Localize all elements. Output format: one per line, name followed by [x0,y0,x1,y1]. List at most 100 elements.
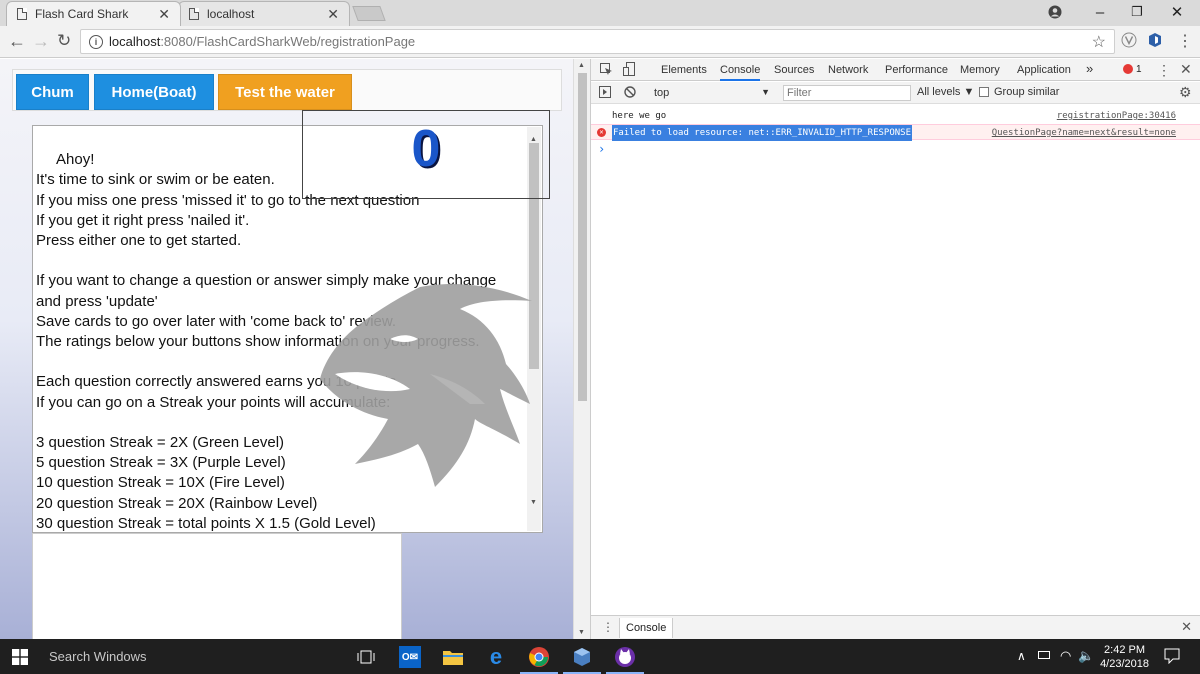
error-source-link[interactable]: QuestionPage?name=next&result=none [992,125,1176,141]
prompt-chevron-icon: › [598,142,606,156]
devtools-menu-icon[interactable]: ⋮ [1157,62,1171,79]
document-icon [17,8,27,20]
devtools-tab-network[interactable]: Network [828,64,868,76]
document-icon [189,8,199,20]
devtools-tab-application[interactable]: Application [1017,64,1071,76]
group-similar-label: Group similar [994,86,1060,98]
app-cat-icon[interactable] [606,646,644,674]
devtools-tab-bar: Elements Console Sources Network Perform… [591,59,1200,81]
shark-logo-icon [320,283,532,487]
home-boat-button-label: Home(Boat) [111,83,197,101]
url-path: :8080/FlashCardSharkWeb/registrationPage [160,34,416,49]
battery-icon[interactable] [1038,651,1050,659]
outlook-icon[interactable]: O✉ [399,646,421,668]
test-the-water-button[interactable]: Test the water [218,74,352,110]
site-info-icon[interactable]: i [89,34,103,49]
devtools-tab-sources[interactable]: Sources [774,64,814,76]
edge-browser-icon[interactable]: e [485,644,507,669]
inspect-element-icon[interactable] [600,63,613,79]
show-hidden-icons-chevron-icon[interactable]: ∧ [1017,649,1026,663]
error-count[interactable]: 1 [1136,64,1142,75]
action-center-icon[interactable] [1164,648,1180,667]
browser-menu-icon[interactable]: ⋮ [1177,31,1193,51]
maximize-button[interactable]: ❐ [1122,0,1152,24]
console-log-row: here we go registrationPage:30416 [591,108,1200,124]
error-icon: ✕ [597,128,606,137]
tab-title: localhost [207,7,255,21]
console-prompt[interactable]: › [591,141,1200,157]
score-display: 0 [302,110,550,199]
clock-date: 4/23/2018 [1100,658,1149,670]
close-window-button[interactable]: ✕ [1162,0,1192,24]
bookmark-star-icon[interactable]: ☆ [1092,32,1106,52]
minimize-button[interactable]: – [1085,0,1115,24]
devtools-tab-memory[interactable]: Memory [960,64,1000,76]
devtools-panel: Elements Console Sources Network Perform… [590,59,1200,639]
tab-localhost[interactable]: localhost ✕ [178,1,350,26]
back-icon[interactable]: ← [8,31,26,52]
close-drawer-icon[interactable]: ✕ [1181,619,1192,635]
log-levels-dropdown[interactable]: All levels ▼ [917,86,974,98]
test-the-water-button-label: Test the water [235,83,335,101]
taskbar-clock[interactable]: 2:42 PM 4/23/2018 [1100,643,1149,671]
task-view-icon[interactable] [355,646,377,668]
chrome-icon[interactable] [520,646,558,674]
console-toolbar: top ▼ All levels ▼ Group similar ⚙ [591,82,1200,104]
url-host: localhost [109,34,161,49]
browser-toolbar: ← → ↻ i localhost:8080/FlashCardSharkWeb… [0,26,1200,58]
tab-title: Flash Card Shark [35,7,129,21]
home-boat-button[interactable]: Home(Boat) [94,74,214,110]
address-bar[interactable]: i localhost:8080/FlashCardSharkWeb/regis… [80,29,1115,54]
error-message: Failed to load resource: net::ERR_INVALI… [612,125,913,141]
wifi-icon[interactable]: ◠ [1060,648,1071,664]
more-tabs-button[interactable]: » [1086,61,1093,76]
profile-icon[interactable] [1040,0,1070,24]
close-tab-icon[interactable]: ✕ [158,6,170,23]
tab-flash-card-shark[interactable]: Flash Card Shark ✕ [6,1,181,26]
clock-time: 2:42 PM [1104,644,1146,656]
log-source-link[interactable]: registrationPage:30416 [1057,108,1176,124]
close-tab-icon[interactable]: ✕ [327,6,339,23]
error-count-icon [1123,64,1133,74]
page-scrollbar[interactable]: ▲ ▼ [573,59,590,639]
close-devtools-icon[interactable]: ✕ [1180,61,1192,78]
page-scroll-thumb[interactable] [578,73,587,401]
console-settings-gear-icon[interactable]: ⚙ [1179,84,1192,101]
scroll-down-arrow-icon[interactable]: ▼ [530,493,537,513]
forward-icon[interactable]: → [32,31,50,52]
chum-button[interactable]: Chum [16,74,89,110]
context-value: top [654,87,670,99]
context-selector[interactable]: top ▼ [648,85,772,101]
windows-start-icon[interactable] [12,649,28,668]
scroll-down-arrow-icon[interactable]: ▼ [578,629,585,636]
extension-shield-icon[interactable] [1147,32,1163,51]
tab-strip: Flash Card Shark ✕ localhost ✕ – ❐ ✕ [0,0,1200,26]
group-similar-checkbox[interactable] [979,87,989,97]
taskbar-search-box[interactable]: Search Windows [40,639,340,674]
console-sidebar-icon[interactable] [599,86,611,101]
devtools-tab-elements[interactable]: Elements [661,64,707,76]
score-value: 0 [411,120,441,178]
console-filter-input[interactable] [783,85,911,101]
log-message: here we go [612,111,667,121]
chevron-down-icon: ▼ [761,87,770,97]
console-error-row: ✕ Failed to load resource: net::ERR_INVA… [591,124,1200,141]
volume-icon[interactable]: 🔈 [1078,648,1094,664]
chum-button-label: Chum [31,83,74,101]
new-tab-button[interactable] [352,6,386,21]
drawer-menu-icon[interactable]: ⋮ [602,620,614,634]
reload-icon[interactable]: ↻ [57,31,71,51]
device-toolbar-icon[interactable] [623,62,636,79]
file-explorer-icon[interactable] [442,646,464,668]
scroll-up-arrow-icon[interactable]: ▲ [578,62,585,69]
virtualbox-icon[interactable] [563,646,601,674]
web-page: Chum Home(Boat) Test the water Ahoy! It'… [0,59,573,639]
clear-console-icon[interactable] [624,86,636,101]
lower-content-box [32,533,402,639]
devtools-tab-performance[interactable]: Performance [885,64,948,76]
console-drawer: ⋮ Console ✕ [591,615,1200,639]
extension-v-icon[interactable] [1121,32,1137,51]
drawer-tab-console[interactable]: Console [619,618,674,638]
devtools-tab-console[interactable]: Console [720,64,761,81]
taskbar-search-placeholder: Search Windows [49,649,147,664]
